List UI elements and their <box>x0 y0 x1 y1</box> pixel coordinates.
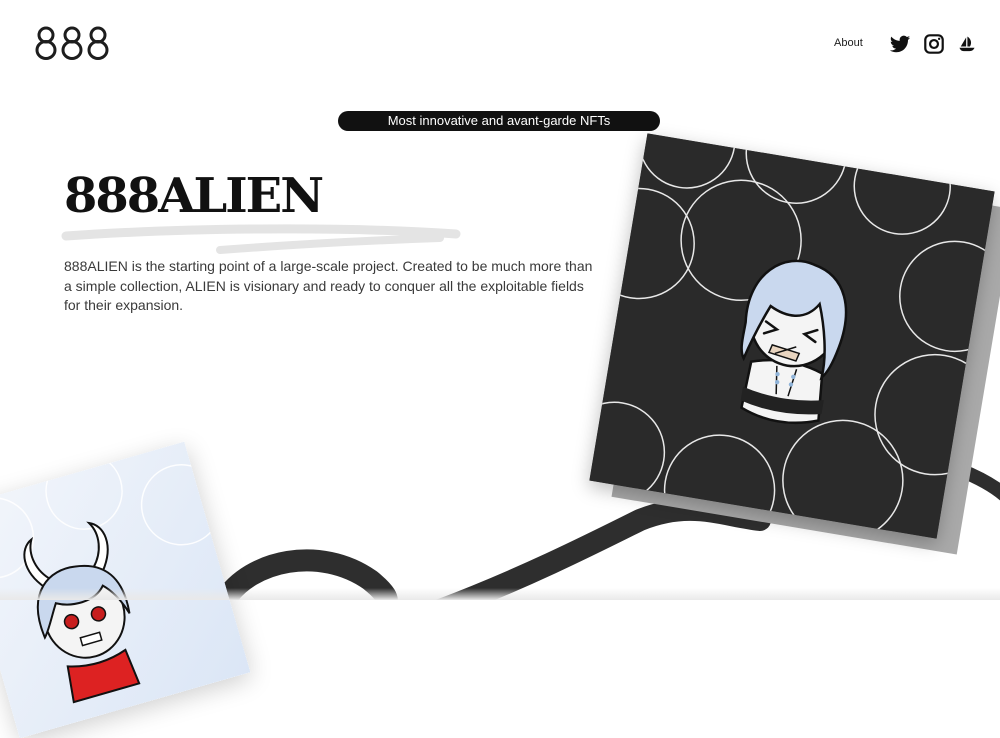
nav-about-link[interactable]: About <box>834 37 863 49</box>
hero-title: 888ALIEN <box>64 168 324 224</box>
hero-description: 888ALIEN is the starting point of a larg… <box>64 258 593 313</box>
alien-character-image <box>589 133 995 539</box>
instagram-icon[interactable] <box>923 33 945 55</box>
opensea-icon[interactable] <box>957 33 977 55</box>
title-underline-brush <box>61 224 461 254</box>
tagline-pill: Most innovative and avant-garde NFTs <box>338 111 660 131</box>
site-header: About <box>0 0 1000 90</box>
bottom-edge <box>0 588 1000 600</box>
twitter-icon[interactable] <box>889 33 911 55</box>
site-logo[interactable] <box>34 26 112 60</box>
nft-card-featured[interactable] <box>589 133 995 539</box>
